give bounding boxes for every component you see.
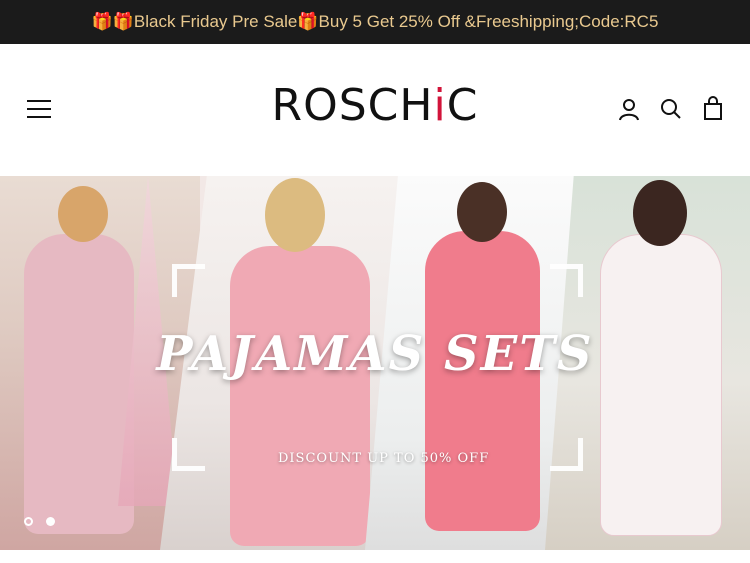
frame-corner [172, 264, 205, 297]
hero-subtitle: DISCOUNT UP TO 50% OFF [278, 451, 490, 466]
frame-corner [550, 438, 583, 471]
logo-text-main: ROSCH [271, 80, 434, 131]
cart-bag-icon[interactable] [700, 96, 726, 122]
hero-title: PAJAMAS SETS [156, 326, 594, 382]
frame-corner [550, 264, 583, 297]
search-icon[interactable] [658, 96, 684, 122]
announcement-bar: 🎁🎁Black Friday Pre Sale🎁Buy 5 Get 25% Of… [0, 0, 750, 44]
announcement-text: 🎁🎁Black Friday Pre Sale🎁Buy 5 Get 25% Of… [91, 12, 659, 31]
slide-dot-1[interactable] [24, 517, 33, 526]
frame-corner [172, 438, 205, 471]
logo-text-end: C [446, 80, 479, 131]
hero-banner[interactable]: PAJAMAS SETS DISCOUNT UP TO 50% OFF [0, 176, 750, 550]
site-header: ROSCHiC [0, 44, 750, 176]
account-icon[interactable] [616, 96, 642, 122]
logo-text-accent: i [433, 80, 447, 131]
slide-dot-2[interactable] [46, 517, 55, 526]
